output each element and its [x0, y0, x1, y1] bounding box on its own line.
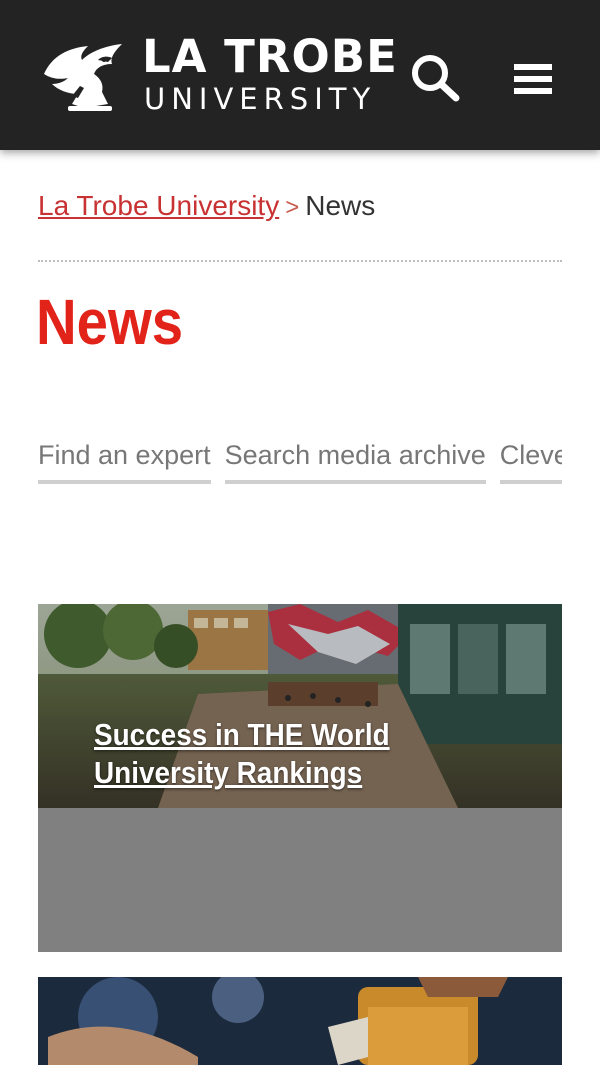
- search-icon: [412, 55, 460, 102]
- breadcrumb: La Trobe University > News: [38, 188, 375, 226]
- search-button[interactable]: [408, 52, 464, 104]
- breadcrumb-home-link[interactable]: La Trobe University: [38, 190, 279, 221]
- breadcrumb-separator: >: [285, 194, 300, 221]
- menu-button[interactable]: [512, 62, 554, 96]
- breadcrumb-current: News: [305, 190, 376, 221]
- page-title: News: [36, 286, 184, 358]
- news-tabs: Find an expert Search media archive Cleve: [38, 434, 562, 490]
- news-card[interactable]: Success in THE World University Rankings: [38, 604, 562, 952]
- breadcrumb-divider: [38, 260, 562, 262]
- tab-cleve[interactable]: Cleve: [499, 434, 562, 484]
- drinks-photo: [38, 977, 562, 1065]
- hamburger-menu-icon: [514, 64, 552, 94]
- logo-wordmark-la-trobe: LA TROBE: [142, 30, 398, 83]
- eagle-crest-icon: [44, 44, 122, 111]
- site-header: LA TROBE UNIVERSITY: [0, 0, 600, 150]
- logo-wordmark-university: UNIVERSITY: [144, 82, 377, 116]
- tab-search-media-archive[interactable]: Search media archive: [224, 434, 486, 484]
- tab-find-an-expert[interactable]: Find an expert: [38, 434, 211, 484]
- news-card-2-image[interactable]: [38, 977, 562, 1065]
- university-logo[interactable]: LA TROBE UNIVERSITY: [38, 30, 418, 120]
- news-card-title[interactable]: Success in THE World University Rankings: [94, 716, 391, 792]
